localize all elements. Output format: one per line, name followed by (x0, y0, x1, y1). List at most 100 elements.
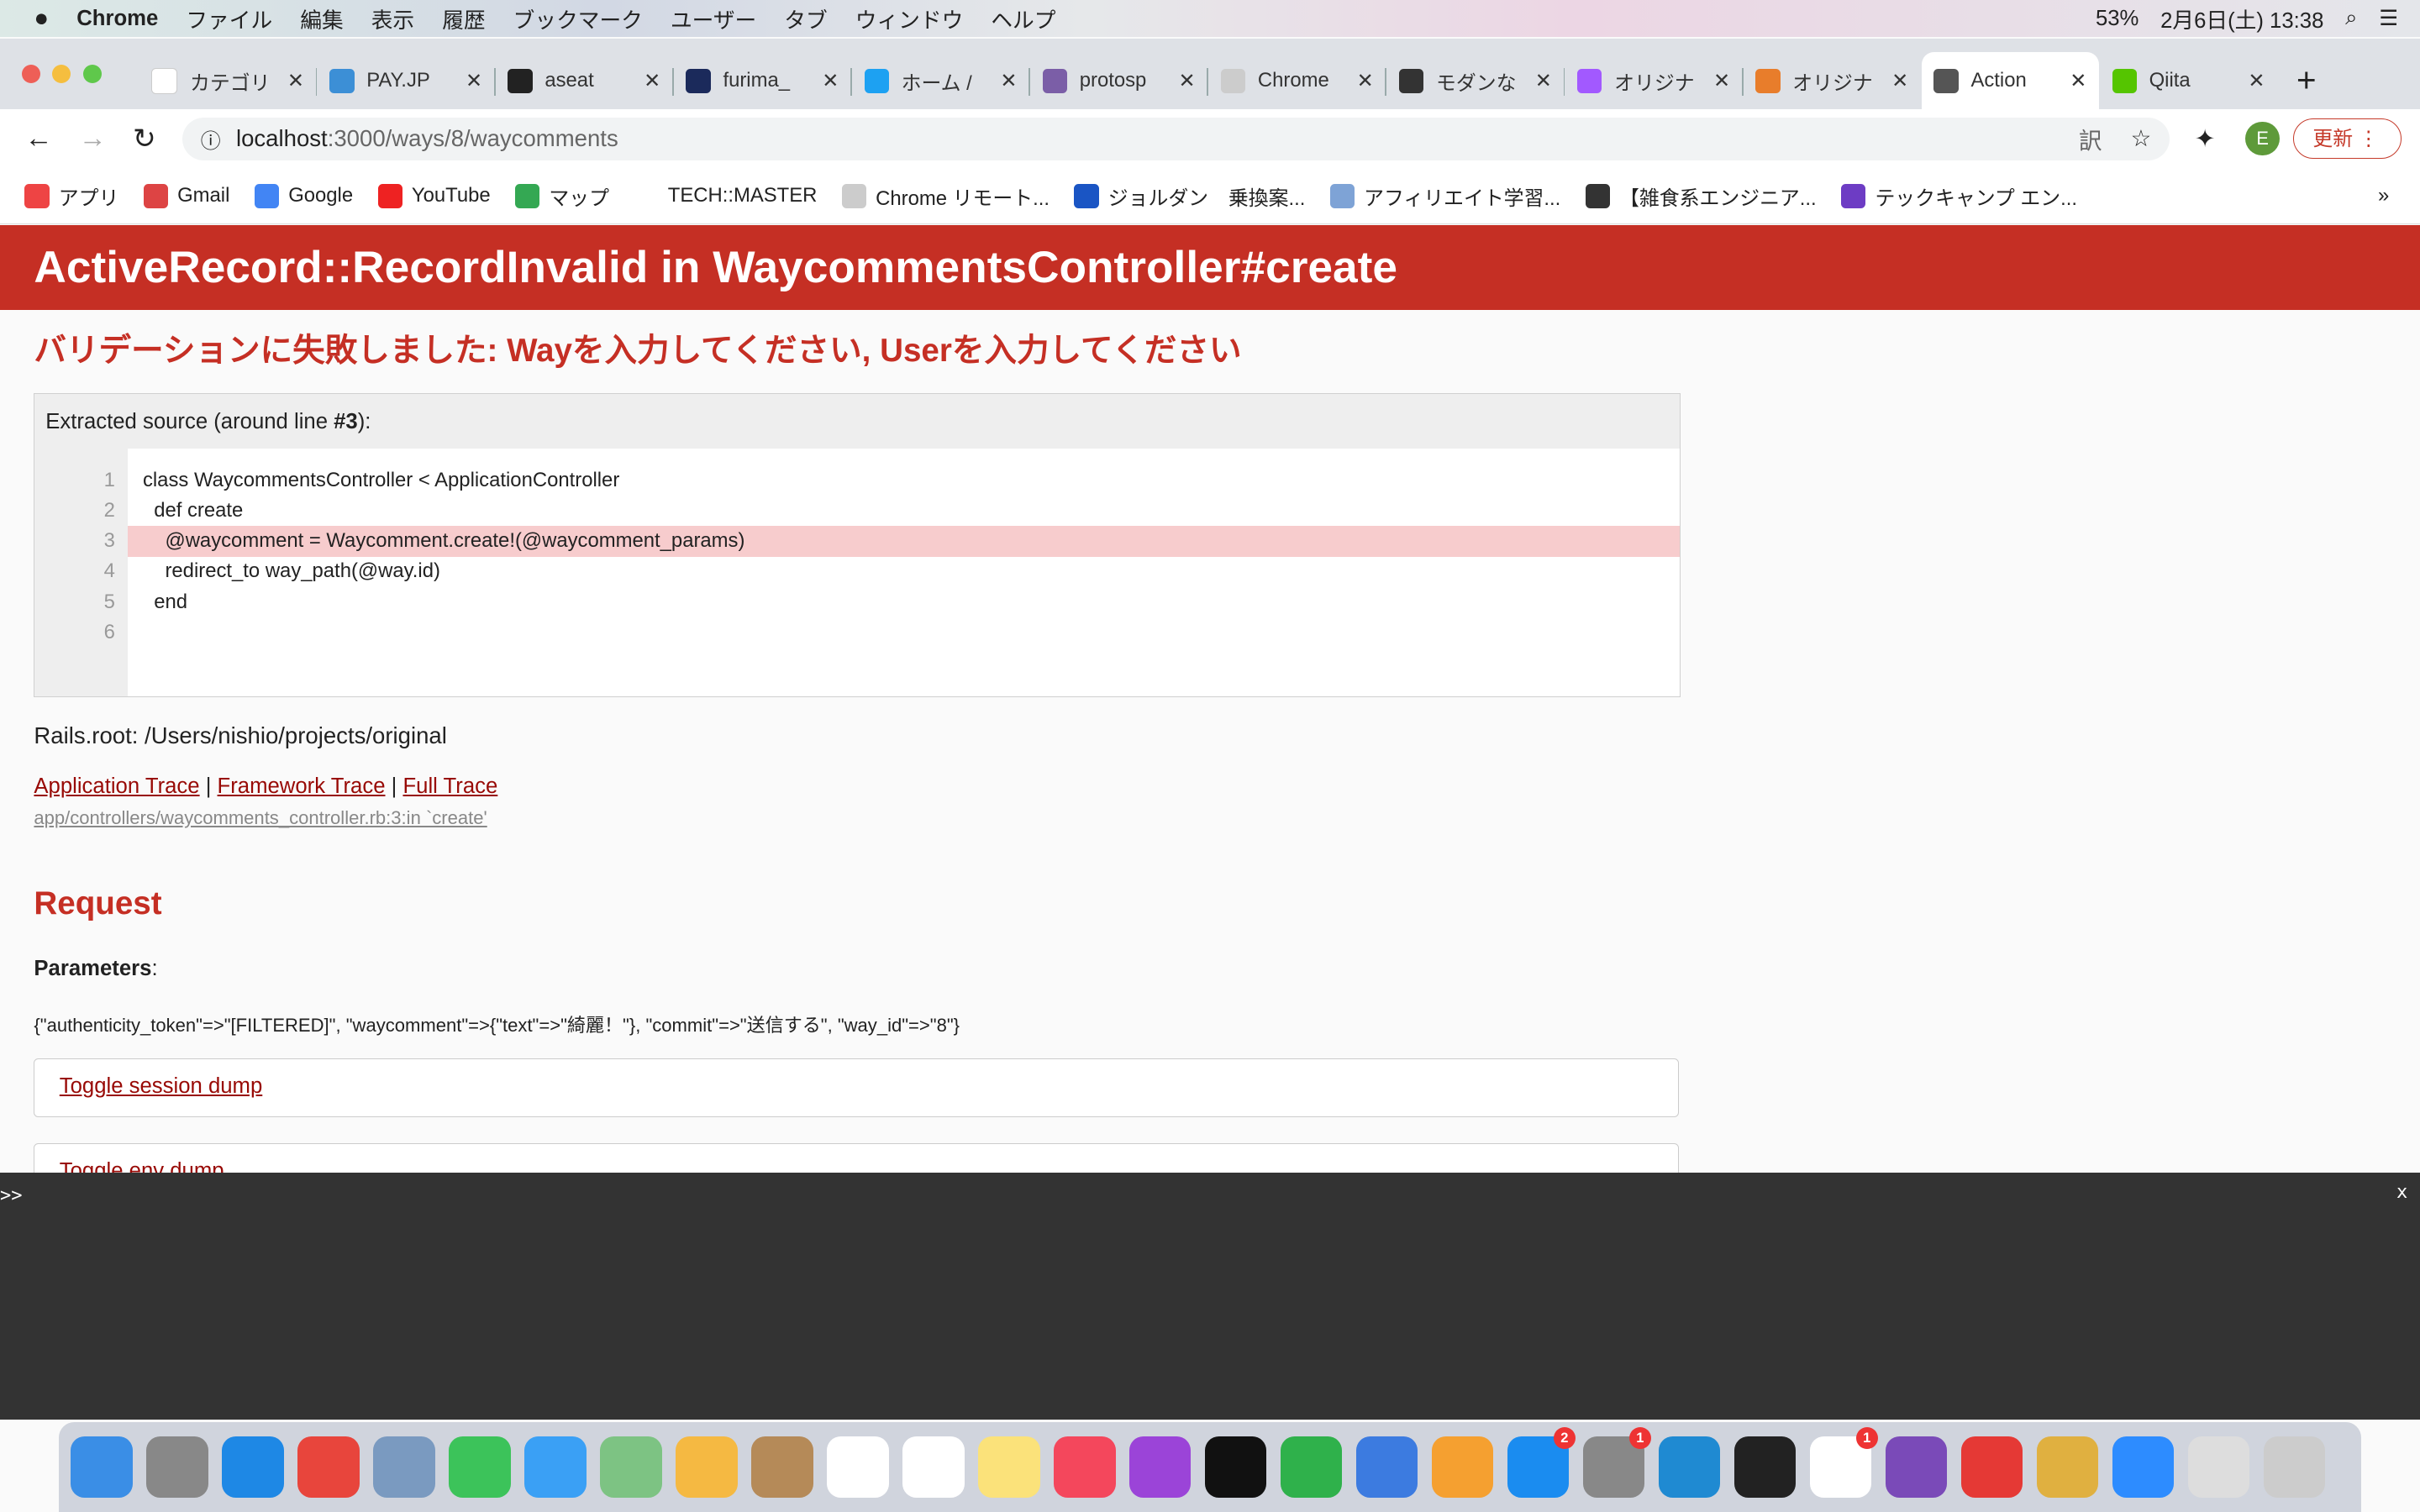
minimize-window-button[interactable] (52, 65, 71, 84)
dock-podcasts-icon[interactable] (1129, 1436, 1192, 1499)
more-bookmarks-icon[interactable]: » (2378, 184, 2389, 207)
close-tab-icon[interactable]: ✕ (2248, 69, 2265, 93)
dock-notes-icon[interactable] (978, 1436, 1040, 1499)
back-icon[interactable]: ← (24, 123, 52, 155)
control-center-icon[interactable]: ☰ (2379, 6, 2398, 31)
bookmark-item[interactable]: YouTube (377, 181, 491, 211)
close-tab-icon[interactable]: ✕ (1000, 69, 1017, 93)
clock[interactable]: 2月6日(土) 13:38 (2160, 3, 2323, 34)
bookmark-item[interactable]: Gmail (143, 181, 229, 211)
tab[interactable]: aseat ✕ (496, 52, 673, 109)
tab[interactable]: カテゴリ ✕ (139, 52, 316, 109)
dock-facetime-icon[interactable] (449, 1436, 511, 1499)
dock-downloads-icon[interactable] (2187, 1436, 2250, 1499)
dock-chrome-icon[interactable] (297, 1436, 360, 1499)
dock-zoom-icon[interactable] (2112, 1436, 2175, 1499)
console-close-button[interactable]: x (2396, 1182, 2407, 1203)
close-tab-icon[interactable]: ✕ (1713, 69, 1730, 93)
dock-maps-icon[interactable] (600, 1436, 662, 1499)
dock-music-icon[interactable] (1054, 1436, 1116, 1499)
avatar[interactable]: E (2245, 122, 2280, 156)
dock-sequel-pro-icon[interactable] (2036, 1436, 2099, 1499)
apple-icon[interactable]: ● (34, 4, 49, 33)
dock-calendar-icon[interactable] (827, 1436, 889, 1499)
menu-item[interactable]: 編集 (300, 3, 343, 34)
search-icon[interactable]: ⌕ (2345, 6, 2357, 31)
menu-item[interactable]: ファイル (186, 3, 272, 34)
close-tab-icon[interactable]: ✕ (466, 69, 482, 93)
bookmark-item[interactable]: アフィリエイト学習... (1329, 181, 1560, 211)
dock-terminal-icon[interactable] (1733, 1436, 1797, 1499)
new-tab-button[interactable]: + (2296, 60, 2317, 100)
tab[interactable]: furima_ ✕ (674, 52, 851, 109)
trace-line-link[interactable]: app/controllers/waycomments_controller.r… (34, 807, 487, 829)
dock-trash-icon[interactable] (2263, 1436, 2326, 1499)
tab[interactable]: オリジナ ✕ (1565, 52, 1742, 109)
bookmark-item[interactable]: Chrome リモート... (841, 181, 1050, 211)
dock-safari-icon[interactable] (222, 1436, 284, 1499)
tab[interactable]: PAY.JP ✕ (317, 52, 494, 109)
menu-item[interactable]: ユーザー (671, 3, 756, 34)
tab[interactable]: モダンな ✕ (1386, 52, 1564, 109)
dock-numbers-icon[interactable] (1280, 1436, 1343, 1499)
menu-app[interactable]: Chrome (76, 7, 158, 31)
battery[interactable]: 53% (2096, 7, 2139, 31)
dock-reminders-icon[interactable] (902, 1436, 965, 1499)
dock-tv-icon[interactable] (1205, 1436, 1267, 1499)
close-tab-icon[interactable]: ✕ (644, 69, 660, 93)
dock-system-preferences-icon[interactable]: 1 (1582, 1426, 1651, 1499)
tab[interactable]: オリジナ ✕ (1744, 52, 1921, 109)
dock-slack-icon[interactable]: 1 (1809, 1426, 1878, 1499)
reload-icon[interactable]: ↻ (133, 122, 156, 155)
zoom-window-button[interactable] (83, 65, 103, 84)
tab[interactable]: Chrome ✕ (1208, 52, 1386, 109)
application-trace-link[interactable]: Application Trace (34, 774, 199, 798)
bookmark-item[interactable]: テックキャンプ エン... (1841, 181, 2077, 211)
dock-mail-icon[interactable] (1960, 1436, 2023, 1499)
tab[interactable]: ホーム / ✕ (852, 52, 1029, 109)
dock-pages-icon[interactable] (1431, 1436, 1494, 1499)
dock-keynote-icon[interactable] (1355, 1436, 1418, 1499)
menu-item[interactable]: タブ (784, 3, 827, 34)
dock-launchpad-icon[interactable] (146, 1436, 208, 1499)
close-window-button[interactable] (21, 65, 40, 84)
dock-vscode-icon[interactable] (1658, 1436, 1721, 1499)
close-tab-icon[interactable]: ✕ (287, 69, 304, 93)
dock-photos-icon[interactable] (676, 1436, 738, 1499)
bookmark-star-icon[interactable]: ☆ (2131, 125, 2152, 152)
full-trace-link[interactable]: Full Trace (402, 774, 497, 798)
dock-app-store-icon[interactable]: 2 (1507, 1426, 1576, 1499)
address-bar[interactable]: ⓘ localhost:3000/ways/8/waycomments 訳 ☆ (182, 117, 2170, 160)
bookmark-item[interactable]: TECH::MASTER (634, 181, 817, 211)
tab[interactable]: protosp ✕ (1030, 52, 1207, 109)
dock-github-desktop-icon[interactable] (1885, 1436, 1948, 1499)
bookmark-item[interactable]: マップ (515, 181, 609, 211)
web-console[interactable]: >> x (0, 1172, 2420, 1420)
close-tab-icon[interactable]: ✕ (1179, 69, 1196, 93)
close-tab-icon[interactable]: ✕ (1535, 69, 1552, 93)
bookmark-item[interactable]: アプリ (24, 181, 118, 211)
update-button[interactable]: 更新 ⋮ (2293, 118, 2402, 160)
close-tab-icon[interactable]: ✕ (2070, 69, 2086, 93)
bookmark-item[interactable]: Google (254, 181, 353, 211)
menu-item[interactable]: ブックマーク (513, 3, 643, 34)
dock-finder-icon[interactable] (71, 1436, 133, 1499)
menu-item[interactable]: 表示 (371, 3, 414, 34)
forward-icon[interactable]: → (79, 123, 107, 155)
close-tab-icon[interactable]: ✕ (822, 69, 839, 93)
extensions-icon[interactable]: ✦ (2195, 124, 2216, 154)
menu-item[interactable]: 履歴 (442, 3, 485, 34)
framework-trace-link[interactable]: Framework Trace (218, 774, 386, 798)
close-tab-icon[interactable]: ✕ (1357, 69, 1374, 93)
bookmark-item[interactable]: 【雑食系エンジニア... (1585, 181, 1817, 211)
bookmark-item[interactable]: ジョルダン 乗換案... (1074, 181, 1305, 211)
tab[interactable]: Action ✕ (1921, 52, 2099, 110)
dock-preview-icon[interactable] (373, 1436, 435, 1499)
menu-item[interactable]: ヘルプ (991, 3, 1055, 34)
close-tab-icon[interactable]: ✕ (1891, 69, 1908, 93)
dock-contacts-icon[interactable] (751, 1436, 813, 1499)
toggle-session-dump-link[interactable]: Toggle session dump (60, 1074, 262, 1098)
dock-messages-icon[interactable] (524, 1436, 587, 1499)
menu-item[interactable]: ウィンドウ (855, 3, 964, 34)
tab[interactable]: Qiita ✕ (2100, 52, 2277, 109)
